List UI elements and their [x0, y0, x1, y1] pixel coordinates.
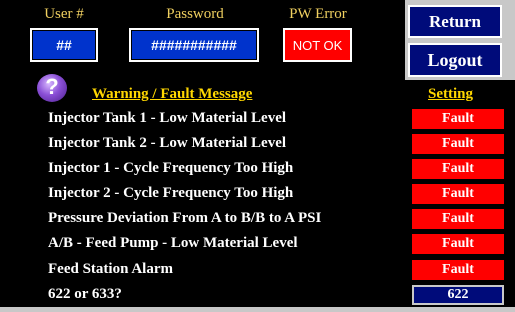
setting-value-622[interactable]: 622 [412, 285, 504, 305]
setting-status-2[interactable]: Fault [412, 134, 504, 154]
message-row-6: A/B - Feed Pump - Low Material Level [48, 235, 298, 251]
pw-error-indicator: NOT OK [283, 28, 352, 62]
message-row-3: Injector 1 - Cycle Frequency Too High [48, 160, 294, 176]
setting-status-4[interactable]: Fault [412, 184, 504, 204]
message-row-5: Pressure Deviation From A to B/B to A PS… [48, 210, 322, 226]
message-row-8: 622 or 633? [48, 286, 122, 302]
message-row-7: Feed Station Alarm [48, 261, 173, 277]
setting-status-3[interactable]: Fault [412, 159, 504, 179]
setting-status-1[interactable]: Fault [412, 109, 504, 129]
message-row-1: Injector Tank 1 - Low Material Level [48, 110, 287, 126]
bottom-border [0, 307, 515, 312]
message-row-4: Injector 2 - Cycle Frequency Too High [48, 185, 294, 201]
password-label: Password [166, 6, 224, 22]
password-field[interactable]: ########### [129, 28, 259, 62]
setting-status-6[interactable]: Fault [412, 234, 504, 254]
return-button[interactable]: Return [408, 5, 502, 38]
user-number-label: User # [44, 6, 84, 22]
setting-header: Setting [428, 86, 473, 102]
warning-fault-message-header: Warning / Fault Message [92, 86, 253, 102]
logout-button[interactable]: Logout [408, 43, 502, 77]
setting-status-7[interactable]: Fault [412, 260, 504, 280]
help-icon[interactable]: ? [37, 74, 67, 102]
user-number-field[interactable]: ## [30, 28, 98, 62]
pw-error-label: PW Error [289, 6, 347, 22]
message-row-2: Injector Tank 2 - Low Material Level [48, 135, 287, 151]
setting-status-5[interactable]: Fault [412, 209, 504, 229]
